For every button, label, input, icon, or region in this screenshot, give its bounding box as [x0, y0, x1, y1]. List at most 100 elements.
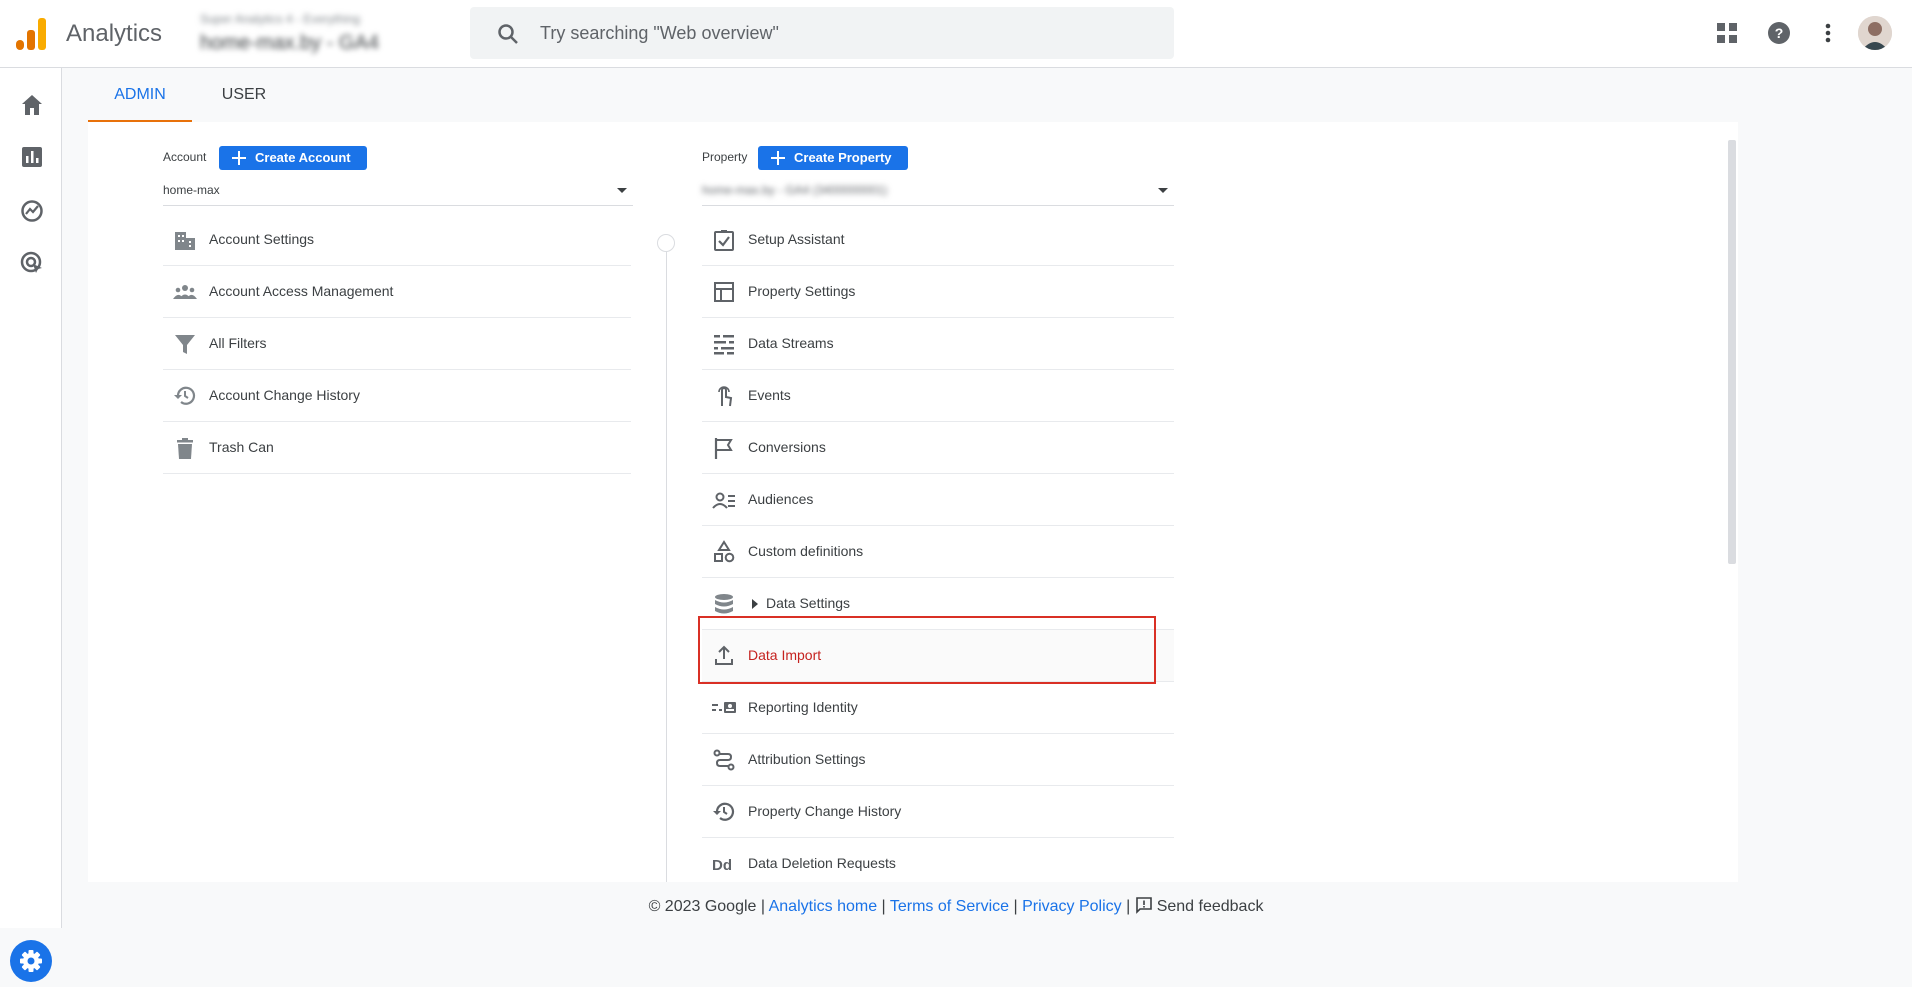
footer-link-terms[interactable]: Terms of Service: [890, 898, 1009, 915]
footer-copyright: © 2023 Google: [648, 898, 757, 915]
property-item-label: Custom definitions: [748, 543, 864, 559]
property-item-events[interactable]: Events: [702, 370, 1174, 422]
account-item-change-history[interactable]: Account Change History: [163, 370, 631, 422]
search-input[interactable]: [540, 7, 1140, 59]
database-icon: [715, 594, 733, 614]
trash-icon: [177, 438, 193, 459]
shapes-icon: [714, 540, 735, 563]
highlight-annotation-box: [698, 616, 1156, 684]
plus-icon: [232, 151, 246, 165]
account-select-value: home-max: [163, 183, 220, 197]
send-feedback-button[interactable]: Send feedback: [1135, 897, 1264, 915]
property-item-label: Property Settings: [748, 283, 856, 299]
account-item-trash-can[interactable]: Trash Can: [163, 422, 631, 474]
layout-icon: [714, 282, 734, 302]
property-item-label: Attribution Settings: [748, 751, 866, 767]
checkbox-icon: [714, 230, 734, 251]
property-item-label: Reporting Identity: [748, 699, 858, 715]
admin-content-card: Account Create Account home-max Property…: [88, 122, 1738, 882]
create-account-button[interactable]: Create Account: [219, 146, 367, 170]
create-property-button[interactable]: Create Property: [758, 146, 908, 170]
streams-icon: [714, 335, 734, 355]
account-item-label: Account Access Management: [209, 283, 394, 299]
property-item-attribution-settings[interactable]: Attribution Settings: [702, 734, 1174, 786]
account-item-label: Account Change History: [209, 387, 360, 403]
property-picker-account: Super Analytics 4 - Everything: [200, 12, 361, 26]
gear-icon: [20, 950, 42, 972]
account-item-access-management[interactable]: Account Access Management: [163, 266, 631, 318]
filter-icon: [175, 335, 195, 354]
property-item-custom-definitions[interactable]: Custom definitions: [702, 526, 1174, 578]
flag-icon: [714, 438, 733, 459]
tab-user[interactable]: USER: [204, 76, 284, 122]
property-item-label: Events: [748, 387, 791, 403]
property-item-property-settings[interactable]: Property Settings: [702, 266, 1174, 318]
search-bar[interactable]: [470, 7, 1174, 59]
people-icon: [173, 285, 197, 299]
building-icon: [175, 232, 195, 250]
left-nav-rail: [0, 68, 62, 982]
property-select[interactable]: home-max.by - GA4 (3400000001): [702, 178, 1174, 206]
footer-link-analytics-home[interactable]: Analytics home: [769, 898, 878, 915]
dropdown-caret-icon: [1158, 188, 1168, 193]
account-item-all-filters[interactable]: All Filters: [163, 318, 631, 370]
footer: © 2023 Google | Analytics home | Terms o…: [648, 897, 1264, 915]
property-item-label: Property Change History: [748, 803, 902, 819]
feedback-icon: [1135, 897, 1152, 914]
attribution-icon: [713, 749, 735, 771]
property-item-audiences[interactable]: Audiences: [702, 474, 1174, 526]
property-column-label: Property: [702, 150, 748, 164]
touch-icon: [718, 386, 733, 407]
identity-icon: [712, 702, 736, 713]
property-item-data-streams[interactable]: Data Streams: [702, 318, 1174, 370]
apps-grid-icon[interactable]: [1714, 20, 1740, 46]
dropdown-caret-icon: [617, 188, 627, 193]
avatar[interactable]: [1858, 16, 1892, 50]
column-divider: [666, 240, 667, 882]
scrollbar[interactable]: [1728, 140, 1736, 564]
property-item-label: Data Deletion Requests: [748, 855, 896, 871]
history-icon: [174, 386, 196, 405]
svg-text:Dd: Dd: [712, 857, 732, 874]
property-item-conversions[interactable]: Conversions: [702, 422, 1174, 474]
account-column-label: Account: [163, 150, 207, 164]
explore-icon[interactable]: [19, 198, 45, 224]
expand-arrow-icon[interactable]: [750, 598, 760, 610]
app-title[interactable]: Analytics: [66, 20, 162, 48]
admin-settings-button[interactable]: [10, 940, 52, 982]
account-select[interactable]: home-max: [163, 178, 633, 206]
home-icon[interactable]: [19, 92, 45, 118]
history-icon: [713, 802, 735, 821]
account-item-settings[interactable]: Account Settings: [163, 214, 631, 266]
help-icon[interactable]: ?: [1766, 20, 1792, 46]
property-item-label: Data Settings: [766, 595, 851, 611]
property-item-label: Conversions: [748, 439, 826, 455]
account-item-label: Trash Can: [209, 439, 274, 455]
audience-icon: [712, 492, 735, 509]
account-item-label: Account Settings: [209, 231, 315, 247]
property-item-label: Audiences: [748, 491, 814, 507]
property-item-data-deletion-requests[interactable]: Dd Data Deletion Requests: [702, 838, 1174, 882]
analytics-logo-icon[interactable]: [16, 18, 46, 50]
property-item-reporting-identity[interactable]: Reporting Identity: [702, 682, 1174, 734]
create-property-label: Create Property: [794, 150, 892, 165]
advertising-icon[interactable]: [19, 250, 45, 276]
property-picker[interactable]: Super Analytics 4 - Everything home-max.…: [186, 8, 448, 60]
svg-text:?: ?: [1775, 25, 1784, 41]
more-vert-icon[interactable]: [1815, 20, 1841, 46]
plus-icon: [771, 151, 785, 165]
reports-icon[interactable]: [19, 144, 45, 170]
tab-admin[interactable]: ADMIN: [88, 76, 192, 122]
arrow-circle-icon: [657, 234, 675, 252]
property-picker-property: home-max.by - GA4: [200, 32, 379, 54]
property-item-label: Setup Assistant: [748, 231, 845, 247]
top-bar: Analytics Super Analytics 4 - Everything…: [0, 0, 1912, 68]
dd-icon: Dd: [712, 857, 732, 874]
property-item-setup-assistant[interactable]: Setup Assistant: [702, 214, 1174, 266]
property-item-change-history[interactable]: Property Change History: [702, 786, 1174, 838]
create-account-label: Create Account: [255, 150, 351, 165]
footer-link-privacy[interactable]: Privacy Policy: [1022, 898, 1122, 915]
send-feedback-label: Send feedback: [1156, 898, 1264, 915]
search-icon: [498, 24, 518, 44]
property-select-value: home-max.by - GA4 (3400000001): [702, 183, 888, 197]
